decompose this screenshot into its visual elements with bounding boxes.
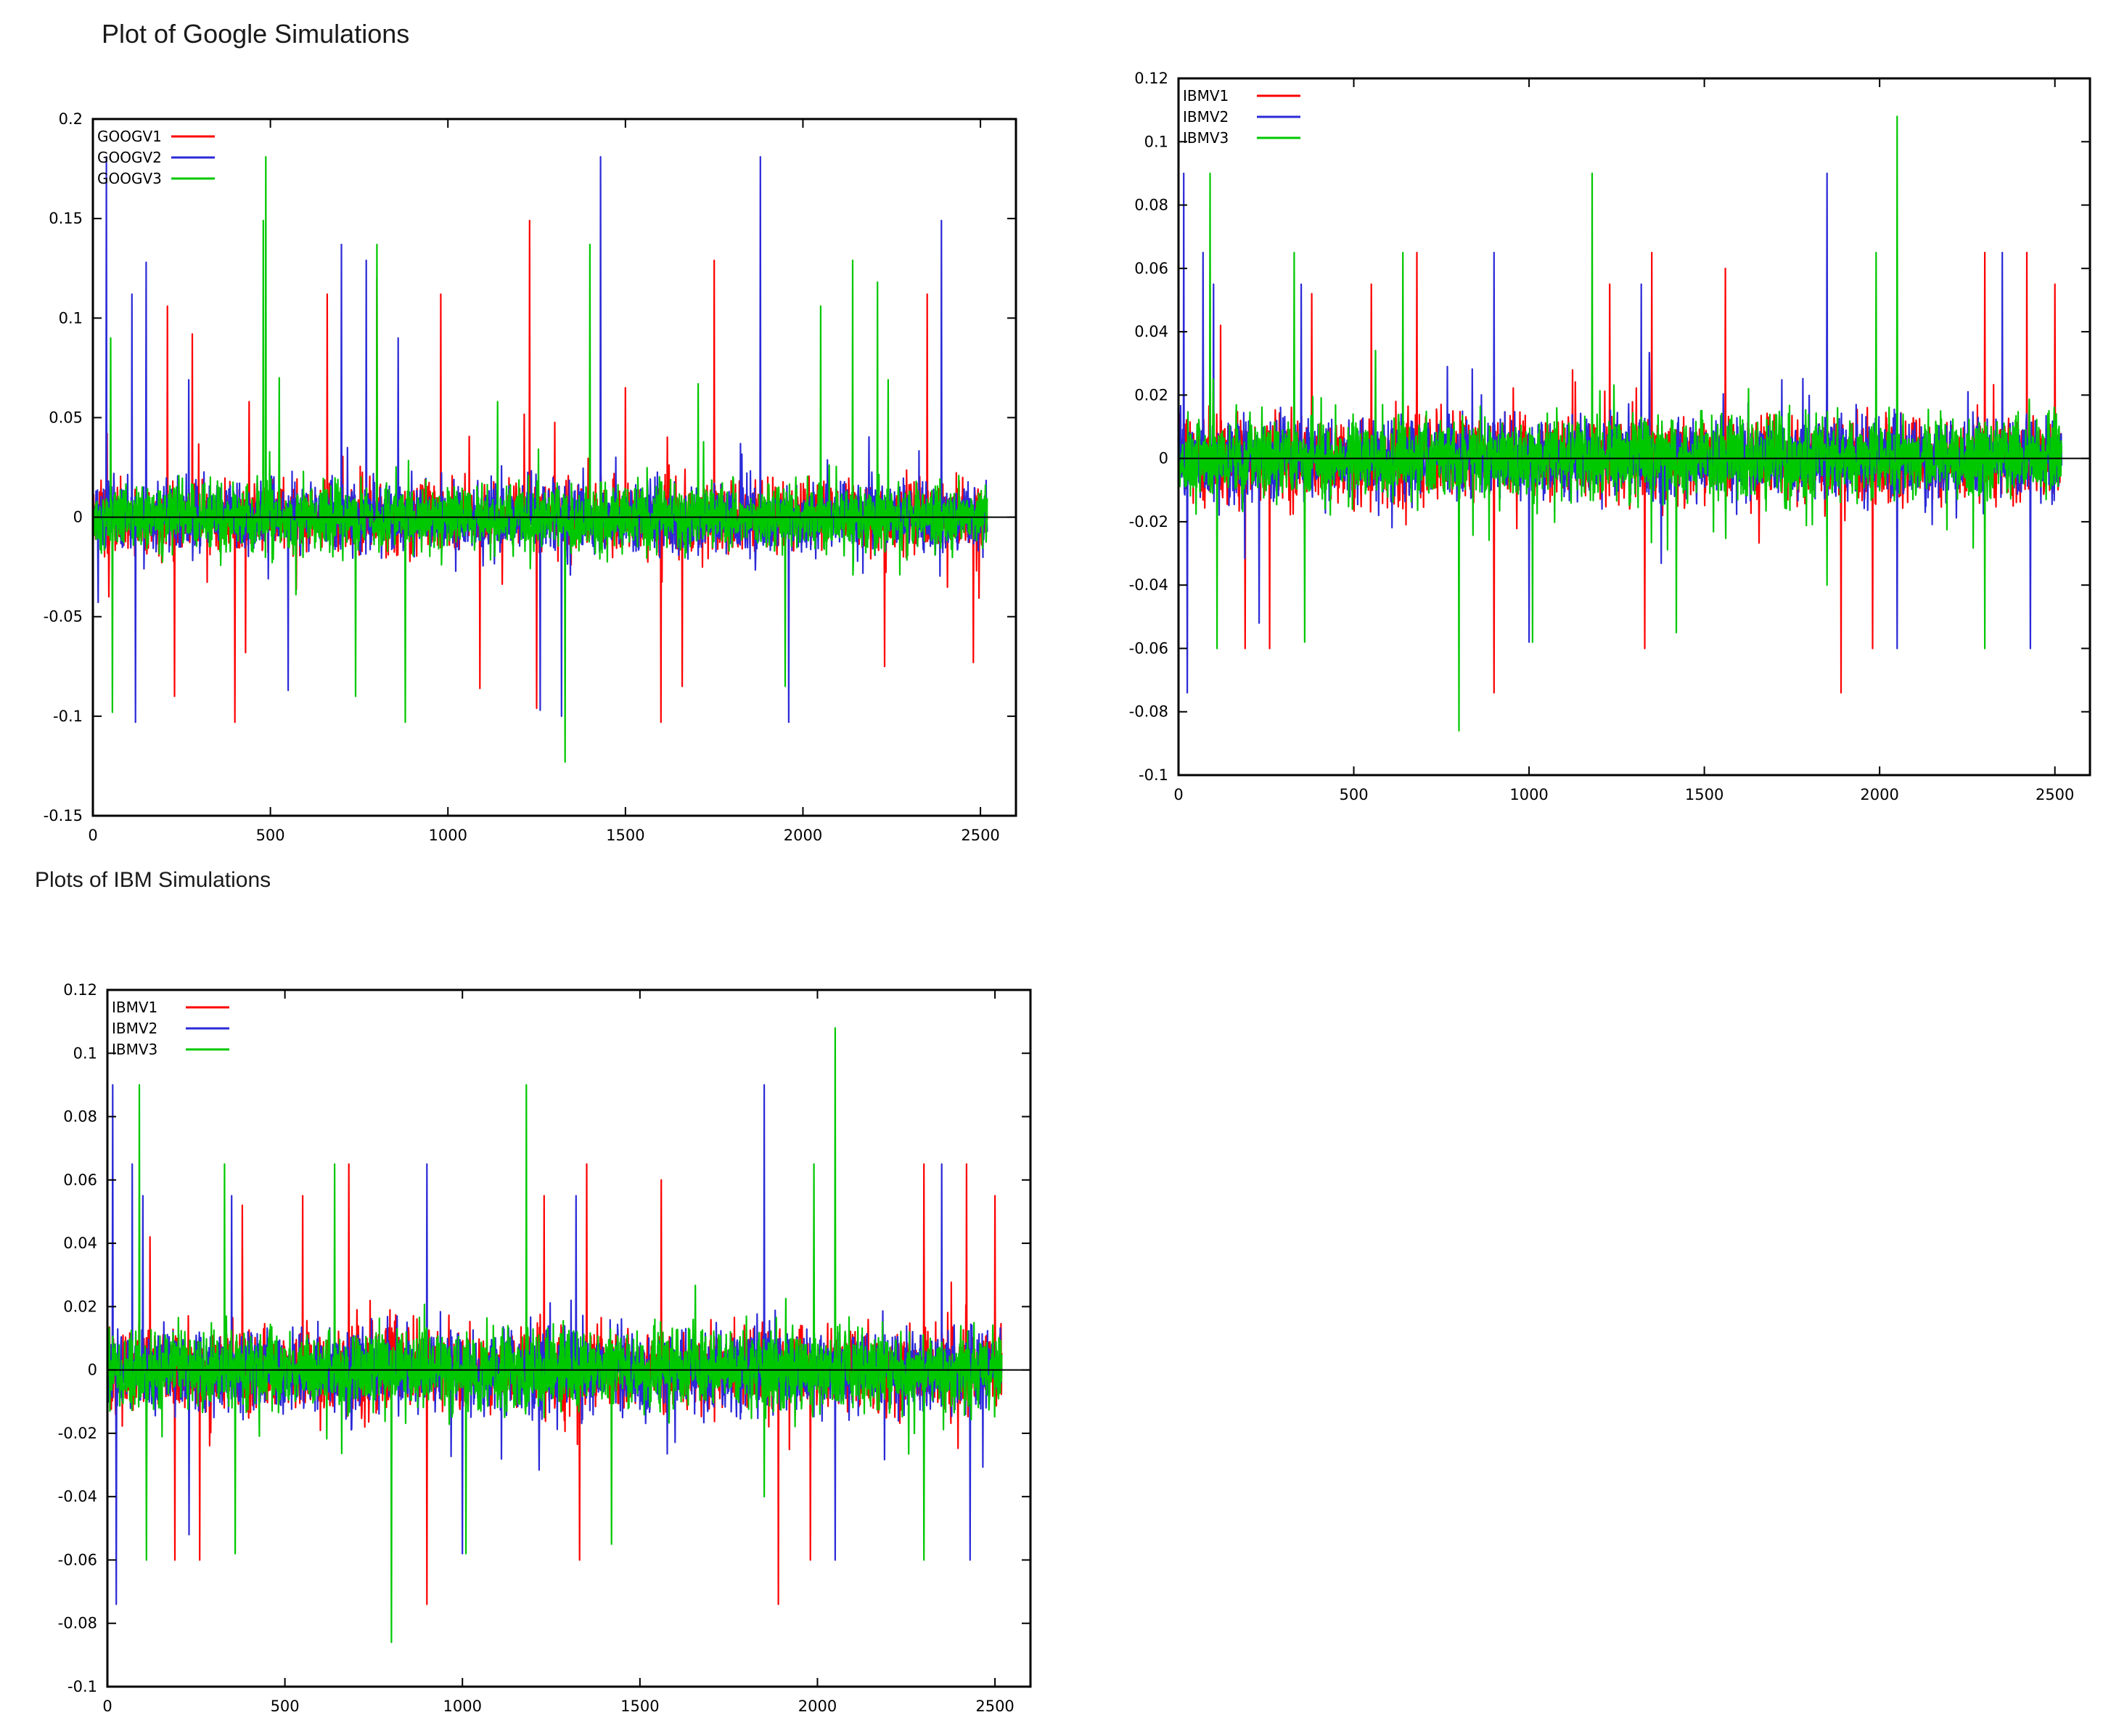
x-tick-label: 2000 [1860,786,1898,803]
x-tick-label: 1000 [443,1698,482,1715]
y-tick-label: 0.1 [73,1044,97,1062]
y-tick-label: 0.06 [63,1171,97,1189]
ibm-simulations-chart-bottom: -0.1 -0.08 -0.06 -0.04 -0.02 0 0.02 0.04 0.06 0.0… [58,981,1032,1715]
y-tick-label: 0.12 [1134,70,1168,87]
y-tick-label: 0.05 [49,409,83,426]
legend-label-ibmv1: IBMV1 [1183,87,1229,105]
y-tick-label: 0.08 [1134,197,1168,214]
x-tick-label: 0 [1173,786,1183,803]
y-tick-label: -0.02 [58,1425,97,1442]
google-plot-heading: Plot of Google Simulations [102,19,410,49]
y-tick-label: -0.15 [44,807,83,824]
legend-label-ibmv3: IBMV3 [112,1041,157,1058]
x-tick-label: 2500 [975,1698,1014,1715]
y-tick-label: -0.02 [1129,513,1168,531]
x-tick-label: 1500 [1685,786,1723,803]
y-tick-label: 0.04 [1134,323,1168,340]
y-tick-label: 0.04 [63,1235,97,1252]
legend-label-ibmv3: IBMV3 [1183,129,1229,147]
y-tick-label: -0.1 [67,1678,97,1695]
y-tick-label: 0.02 [1134,386,1168,404]
y-tick-label: 0.12 [63,981,97,999]
legend: GOOGV1 GOOGV2 GOOGV3 [97,128,215,187]
y-tick-label: 0.08 [63,1108,97,1126]
series-line-ibmv3 [1177,115,2062,732]
legend-label-googv1: GOOGV1 [97,128,162,145]
ibm-simulations-chart-top: -0.1 -0.08 -0.06 -0.04 -0.02 0 0.02 0.04 0.06 0.0… [1129,70,2091,803]
y-tick-label: -0.1 [53,708,83,725]
y-tick-label: 0.1 [1144,133,1168,150]
y-tick-label: -0.06 [1129,639,1168,657]
x-tick-label: 1500 [606,827,644,844]
x-tick-label: 2500 [961,827,999,844]
y-tick-label: -0.04 [1129,576,1168,594]
x-tick-label: 500 [256,827,285,844]
legend-label-ibmv2: IBMV2 [112,1020,157,1037]
legend-label-ibmv2: IBMV2 [1183,108,1229,126]
x-tick-label: 1000 [429,827,467,844]
y-tick-label: 0 [1159,450,1168,467]
y-tick-label: 0 [73,509,83,526]
y-tick-label: 0 [88,1362,97,1379]
x-tick-label: 500 [1339,786,1368,803]
x-tick-label: 0 [88,827,97,844]
x-tick-label: 1500 [620,1698,659,1715]
y-tick-label: 0.2 [59,110,83,128]
legend: IBMV1 IBMV2 IBMV3 [112,999,229,1058]
x-tick-label: 2500 [2036,786,2074,803]
y-tick-label: 0.1 [59,309,83,327]
y-tick-label: -0.05 [44,608,83,626]
y-tick-label: -0.04 [58,1488,97,1505]
ibm-plot-heading: Plots of IBM Simulations [35,868,271,892]
x-tick-label: 2000 [784,827,822,844]
legend-label-ibmv1: IBMV1 [112,999,157,1016]
legend-label-googv2: GOOGV2 [97,149,162,166]
y-tick-label: 0.06 [1134,260,1168,277]
google-simulations-chart: -0.15 -0.1 -0.05 0 0.05 0.1 0.15 0.2 0 500 1000 150… [44,110,1017,844]
y-tick-label: -0.08 [58,1615,97,1632]
x-tick-label: 1000 [1509,786,1548,803]
y-tick-label: -0.1 [1139,766,1168,784]
y-tick-label: 0.02 [63,1298,97,1315]
y-tick-label: -0.08 [1129,703,1168,721]
y-tick-label: 0.15 [49,210,83,227]
x-tick-label: 500 [271,1698,300,1715]
x-tick-label: 2000 [798,1698,837,1715]
y-tick-label: -0.06 [58,1551,97,1568]
legend: IBMV1 IBMV2 IBMV3 [1183,87,1300,147]
legend-label-googv3: GOOGV3 [97,170,162,187]
x-tick-label: 0 [102,1698,112,1715]
